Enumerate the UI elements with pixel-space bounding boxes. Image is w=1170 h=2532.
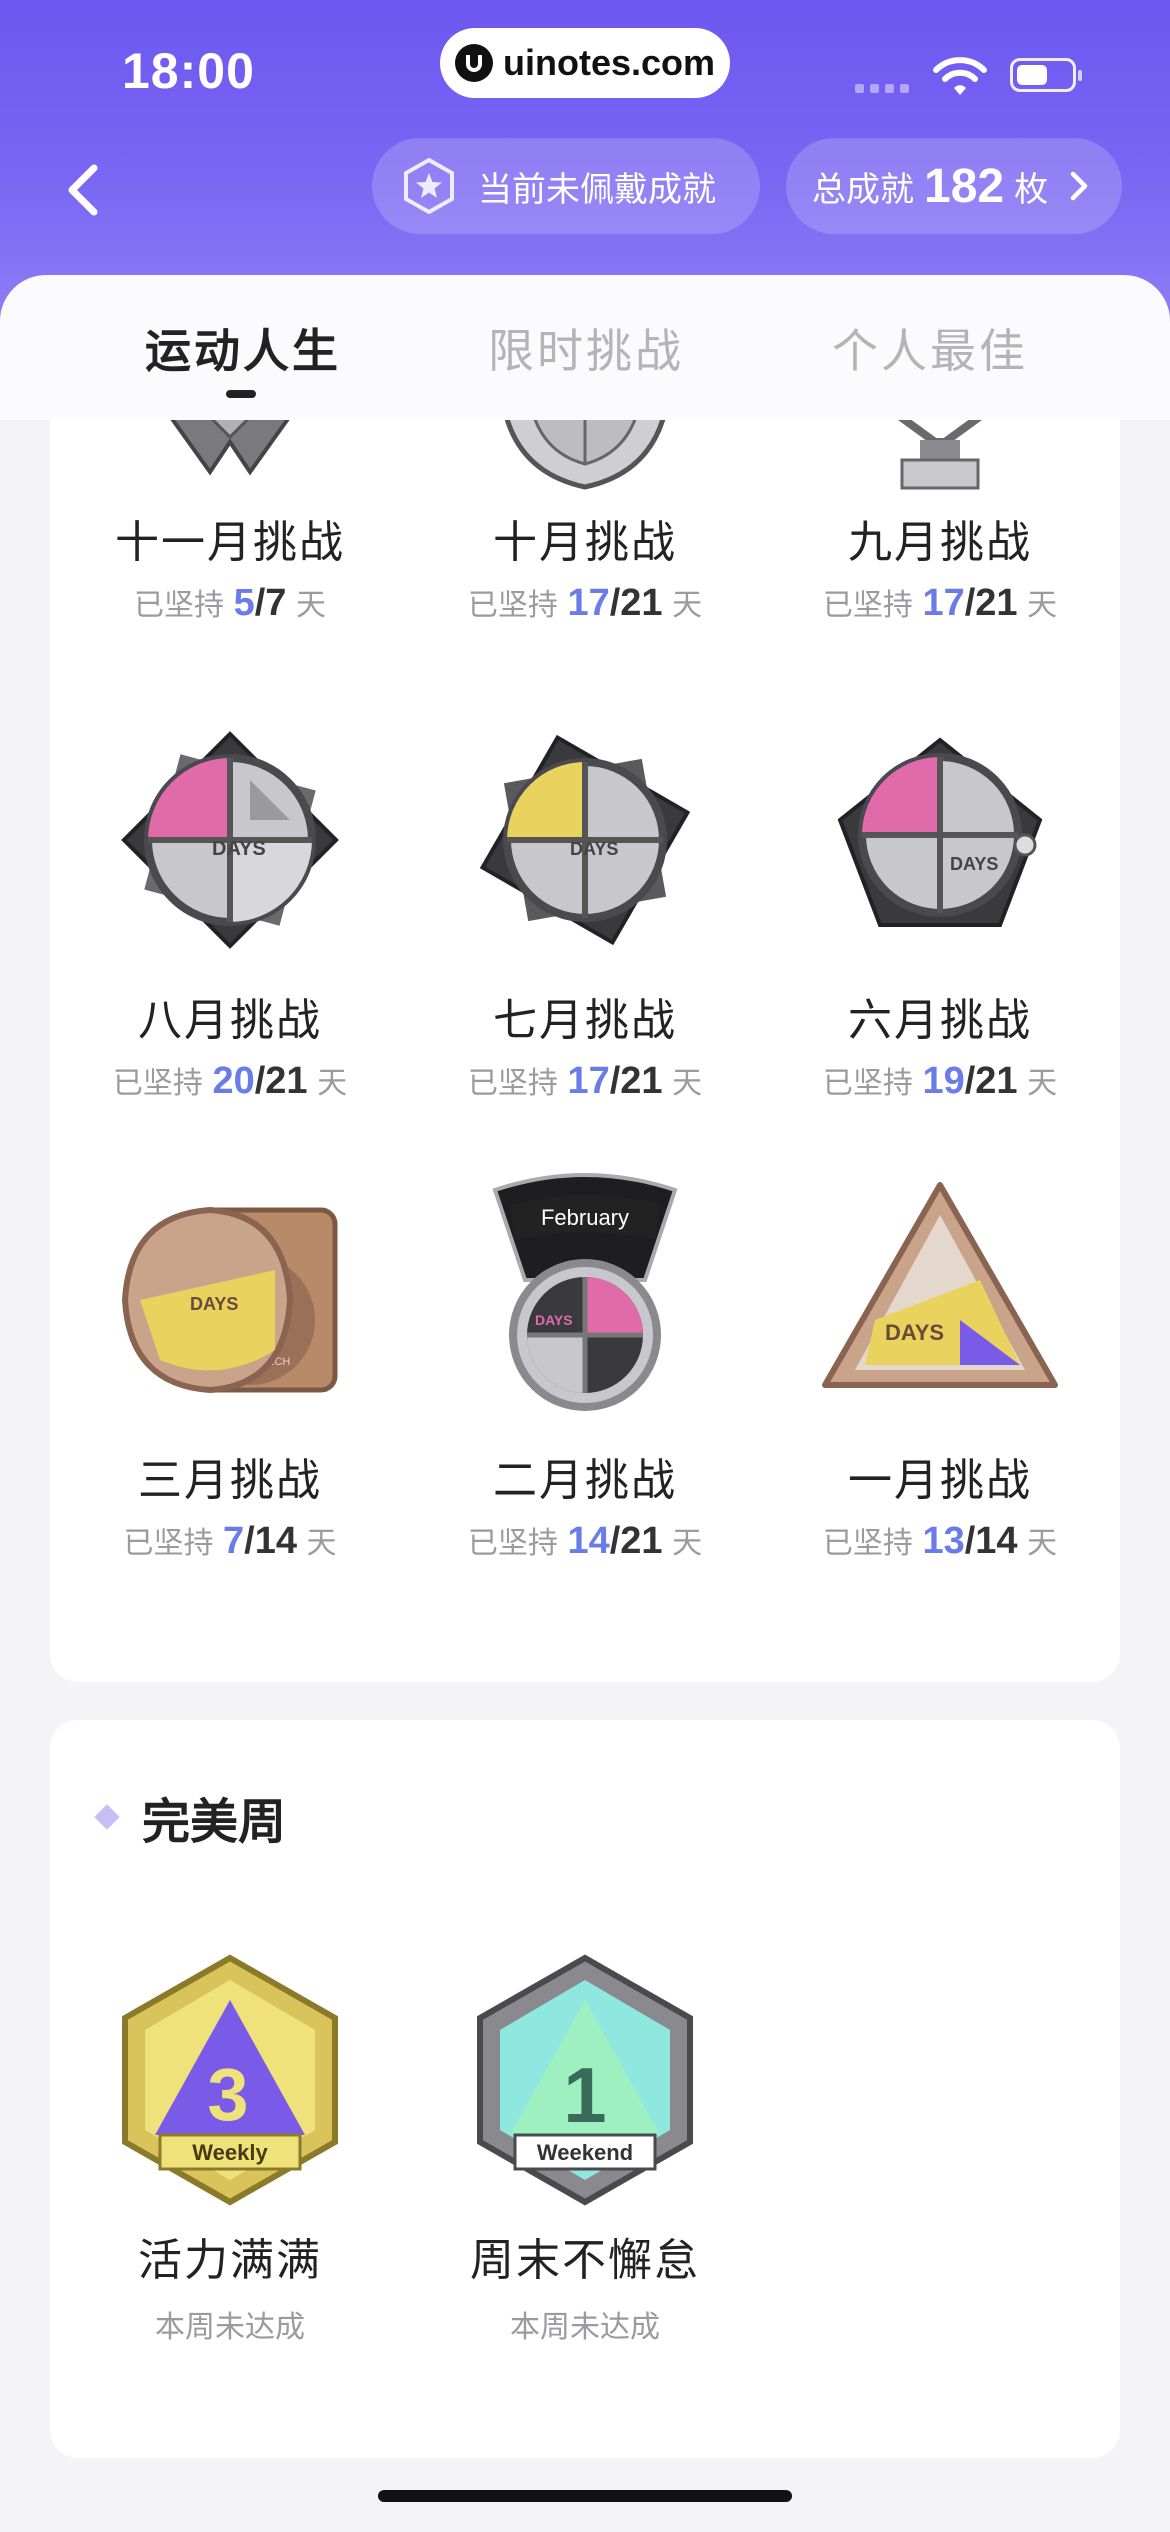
medal-name: 二月挑战 bbox=[493, 1455, 677, 1506]
medal-days-text: DAYS bbox=[570, 839, 618, 859]
badge-name: 活力满满 bbox=[138, 2235, 322, 2286]
medal-progress: 已坚持 20/21 天 bbox=[112, 1060, 348, 1102]
signal-icon bbox=[855, 84, 909, 93]
medal-days-text: DAYS bbox=[535, 1312, 573, 1328]
medal-days-text: DAYS bbox=[950, 854, 998, 874]
medal-november[interactable]: 十一月挑战 已坚持 5/7 天 bbox=[50, 402, 410, 625]
url-pill: uinotes.com bbox=[440, 28, 730, 98]
medal-progress: 已坚持 5/7 天 bbox=[134, 582, 326, 624]
medal-name: 七月挑战 bbox=[493, 995, 677, 1046]
medal-progress: 已坚持 7/14 天 bbox=[123, 1520, 337, 1562]
medal-march[interactable]: MARCH DAYS 三月挑战 已坚持 7/14 天 bbox=[50, 1170, 410, 1563]
medal-days-text: DAYS bbox=[212, 838, 266, 860]
medal-name: 八月挑战 bbox=[138, 995, 322, 1046]
medal-days-text: DAYS bbox=[190, 1294, 238, 1314]
total-suffix: 枚 bbox=[1014, 169, 1049, 210]
medal-august[interactable]: DAYS 八月挑战 已坚持 20/21 天 bbox=[50, 710, 410, 1103]
diamond-icon bbox=[94, 1804, 120, 1830]
achievement-hex-icon bbox=[404, 157, 454, 215]
medal-name: 十月挑战 bbox=[493, 517, 677, 568]
medal-march-art: MARCH DAYS bbox=[121, 1206, 338, 1394]
badge-weekend-art: 1 Weekend bbox=[477, 1954, 693, 2206]
medal-july-art: DAYS bbox=[479, 734, 691, 946]
medal-ribbon-text: February bbox=[541, 1205, 629, 1230]
medal-june-art: DAYS bbox=[837, 737, 1043, 927]
medal-january-art: DAYS bbox=[822, 1182, 1058, 1388]
medal-june[interactable]: DAYS 六月挑战 已坚持 19/21 天 bbox=[760, 710, 1120, 1103]
chevron-right-icon bbox=[1070, 171, 1088, 201]
tab-limited-challenge[interactable]: 限时挑战 bbox=[488, 315, 684, 381]
medal-october[interactable]: 十月挑战 已坚持 17/21 天 bbox=[405, 402, 765, 625]
back-button[interactable] bbox=[58, 160, 108, 220]
medal-progress: 已坚持 17/21 天 bbox=[822, 582, 1058, 624]
medal-february[interactable]: February DAYS 二月挑战 已坚持 14/21 天 bbox=[405, 1170, 765, 1563]
total-prefix: 总成就 bbox=[812, 169, 914, 210]
medal-progress: 已坚持 14/21 天 bbox=[467, 1520, 703, 1562]
medal-name: 十一月挑战 bbox=[115, 517, 345, 568]
medal-name: 九月挑战 bbox=[848, 517, 1032, 568]
medal-name: 一月挑战 bbox=[848, 1455, 1032, 1506]
medal-name: 六月挑战 bbox=[848, 995, 1032, 1046]
medal-progress: 已坚持 17/21 天 bbox=[467, 582, 703, 624]
home-indicator[interactable] bbox=[378, 2490, 792, 2502]
equipped-achievement-button[interactable]: 当前未佩戴成就 bbox=[372, 138, 760, 234]
badge-weekly[interactable]: 3 Weekly 活力满满 本周未达成 bbox=[50, 1950, 410, 2346]
site-logo-icon bbox=[454, 44, 493, 82]
badge-name: 周末不懈怠 bbox=[470, 2235, 700, 2286]
total-achievements-button[interactable]: 总成就 182 枚 bbox=[786, 138, 1122, 234]
svg-text:3: 3 bbox=[207, 2053, 248, 2136]
badge-label-text: Weekly bbox=[192, 2140, 268, 2165]
svg-text:1: 1 bbox=[563, 2051, 606, 2139]
badge-label-text: Weekend bbox=[537, 2140, 633, 2165]
tab-personal-best[interactable]: 个人最佳 bbox=[832, 315, 1028, 381]
medal-february-art: February DAYS bbox=[492, 1173, 678, 1411]
perfect-week-card: 完美周 3 Weekly 活力满满 本周未达成 1 Weekend 周末不懈怠 … bbox=[50, 1720, 1120, 2458]
status-bar: 18:00 uinotes.com bbox=[0, 0, 1170, 150]
medal-progress: 已坚持 17/21 天 bbox=[467, 1060, 703, 1102]
medal-september[interactable]: 九月挑战 已坚持 17/21 天 bbox=[760, 402, 1120, 625]
medal-progress: 已坚持 13/14 天 bbox=[822, 1520, 1058, 1562]
badge-status: 本周未达成 bbox=[510, 2310, 660, 2345]
medal-days-text: DAYS bbox=[885, 1320, 944, 1345]
medal-progress: 已坚持 19/21 天 bbox=[822, 1060, 1058, 1102]
medal-name: 三月挑战 bbox=[138, 1455, 322, 1506]
medal-january[interactable]: DAYS 一月挑战 已坚持 13/14 天 bbox=[760, 1170, 1120, 1563]
tab-sports-life[interactable]: 运动人生 bbox=[145, 315, 341, 381]
equip-status-text: 当前未佩戴成就 bbox=[478, 169, 716, 210]
battery-icon bbox=[1010, 58, 1082, 92]
wifi-icon bbox=[933, 57, 987, 95]
medal-july[interactable]: DAYS 七月挑战 已坚持 17/21 天 bbox=[405, 710, 765, 1103]
active-tab-indicator bbox=[226, 390, 256, 398]
monthly-challenges-card: 十一月挑战 已坚持 5/7 天 十月挑战 已坚持 17/21 天 九月挑战 已坚… bbox=[50, 380, 1120, 1682]
medal-august-art: DAYS bbox=[121, 731, 339, 949]
badge-status: 本周未达成 bbox=[155, 2310, 305, 2345]
total-count: 182 bbox=[924, 159, 1005, 213]
tab-bar: 运动人生 限时挑战 个人最佳 bbox=[0, 275, 1170, 420]
url-text: uinotes.com bbox=[502, 42, 716, 83]
section-title: 完美周 bbox=[94, 1782, 286, 1852]
badge-weekend[interactable]: 1 Weekend 周末不懈怠 本周未达成 bbox=[405, 1950, 765, 2346]
status-time: 18:00 bbox=[122, 43, 255, 99]
badge-weekly-art: 3 Weekly bbox=[122, 1954, 338, 2206]
